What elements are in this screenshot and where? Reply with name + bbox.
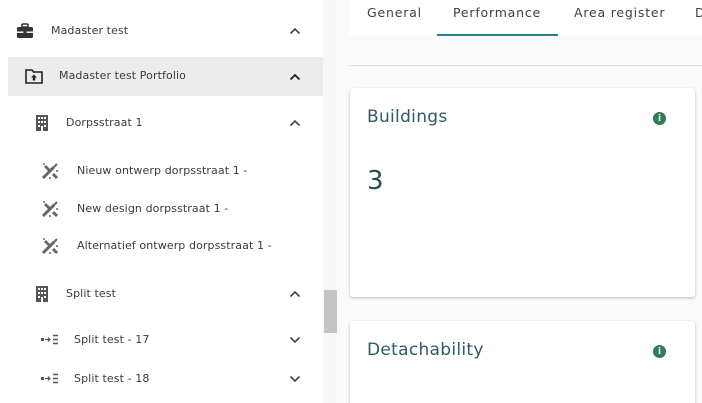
chevron-up-icon[interactable] <box>288 70 302 84</box>
split-icon <box>40 373 62 385</box>
tab-bar: General Performance Area register D <box>349 0 702 36</box>
tree-item-madaster-test[interactable]: Madaster test <box>0 14 324 48</box>
briefcase-icon <box>16 23 34 39</box>
tree-item-label: Split test <box>66 287 117 300</box>
tree-item-design[interactable]: New design dorpsstraat 1 - <box>0 192 324 226</box>
tab-general[interactable]: General <box>367 0 437 36</box>
tab-label: D <box>695 5 702 20</box>
tree-item-label: New design dorpsstraat 1 - <box>77 202 229 215</box>
design-tools-icon <box>40 199 60 219</box>
main-content: General Performance Area register D Buil… <box>337 0 702 403</box>
chevron-up-icon[interactable] <box>288 24 302 38</box>
tab-partial[interactable]: D <box>695 0 702 36</box>
buildings-count: 3 <box>367 166 384 196</box>
tab-performance[interactable]: Performance <box>437 0 558 36</box>
divider <box>349 65 702 66</box>
tree-item-split-test[interactable]: Split test <box>0 277 324 311</box>
tree-item-label: Nieuw ontwerp dorpsstraat 1 - <box>77 164 248 177</box>
tree-item-dorpsstraat-1[interactable]: Dorpsstraat 1 <box>0 106 324 140</box>
chevron-down-icon[interactable] <box>288 333 302 347</box>
info-icon[interactable]: i <box>653 345 666 358</box>
tree-item-label: Dorpsstraat 1 <box>66 116 143 129</box>
detachability-card: Detachability i <box>350 321 695 403</box>
tab-area-register[interactable]: Area register <box>574 0 674 36</box>
tree-item-label: Madaster test <box>51 24 129 37</box>
tree-item-label: Split test - 18 <box>74 372 150 385</box>
info-icon[interactable]: i <box>653 112 666 125</box>
tree-item-design[interactable]: Alternatief ontwerp dorpsstraat 1 - <box>0 229 324 263</box>
design-tools-icon <box>40 236 60 256</box>
split-icon <box>40 334 62 346</box>
chevron-down-icon[interactable] <box>288 372 302 386</box>
tab-label: Area register <box>574 5 666 20</box>
chevron-up-icon[interactable] <box>288 287 302 301</box>
portfolio-folder-icon <box>25 68 43 84</box>
tree-scrollbar-thumb[interactable] <box>324 290 337 333</box>
chevron-up-icon[interactable] <box>288 116 302 130</box>
tree-item-split-test-17[interactable]: Split test - 17 <box>0 323 324 357</box>
building-icon <box>35 285 49 303</box>
card-title: Buildings <box>367 107 448 127</box>
tab-label: Performance <box>453 5 542 20</box>
tree-item-label: Split test - 17 <box>74 333 150 346</box>
project-tree: Madaster test Madaster test Portfolio Do… <box>0 0 324 403</box>
tab-label: General <box>367 5 422 20</box>
tree-item-label: Madaster test Portfolio <box>59 69 186 82</box>
building-icon <box>35 114 49 132</box>
card-title: Detachability <box>367 340 484 360</box>
tree-item-split-test-18[interactable]: Split test - 18 <box>0 362 324 396</box>
tree-item-label: Alternatief ontwerp dorpsstraat 1 - <box>77 239 272 252</box>
tree-scrollbar-track[interactable] <box>323 0 337 403</box>
tree-item-design[interactable]: Nieuw ontwerp dorpsstraat 1 - <box>0 154 324 188</box>
design-tools-icon <box>40 161 60 181</box>
buildings-card: Buildings i 3 <box>350 88 695 297</box>
tree-item-portfolio[interactable]: Madaster test Portfolio <box>8 57 324 96</box>
